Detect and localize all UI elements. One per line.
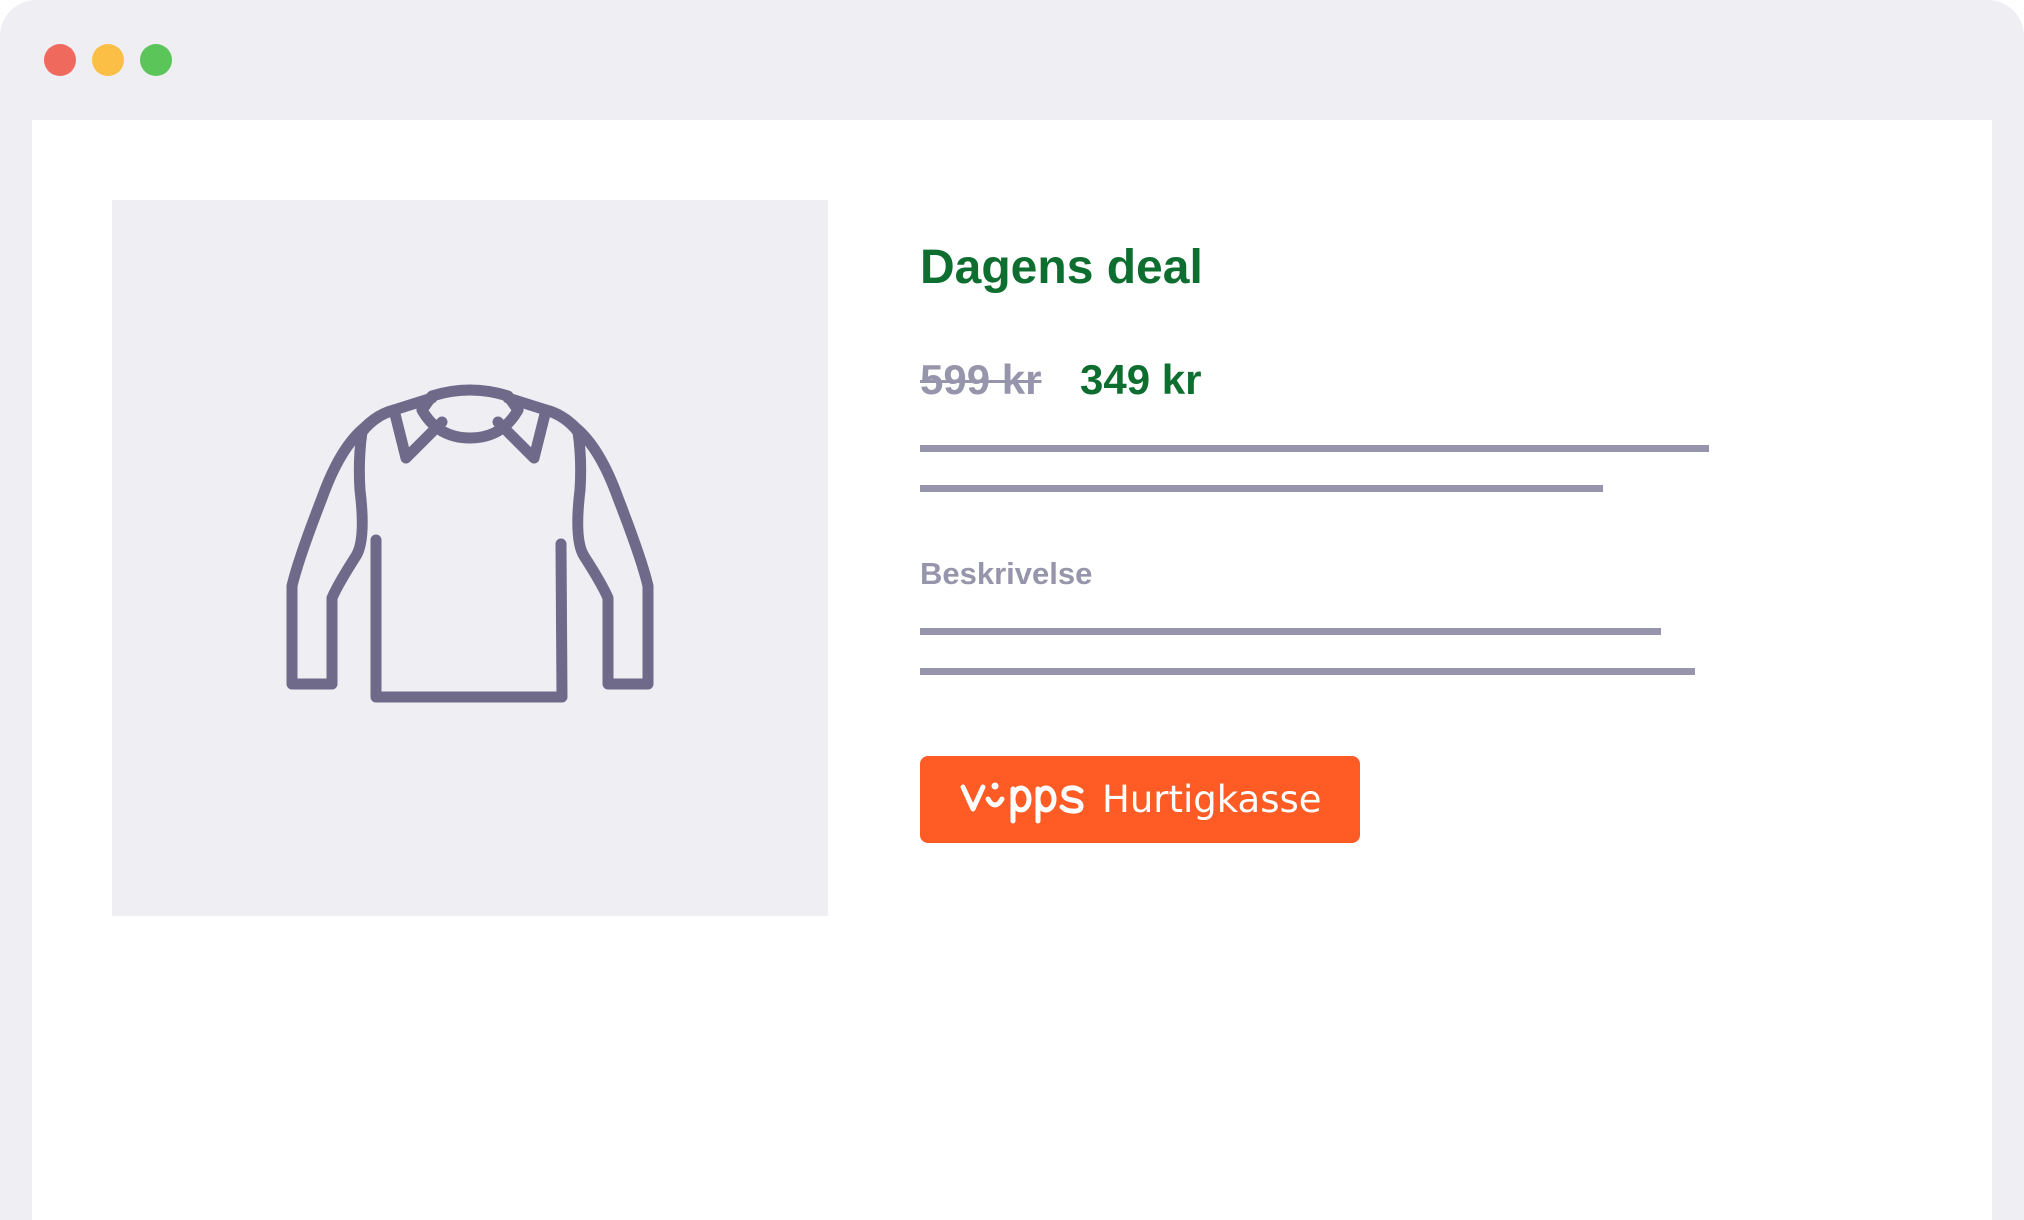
description-label: Beskrivelse bbox=[920, 556, 1093, 591]
page-content: Dagens deal 599 kr 349 kr Beskrivelse Hu… bbox=[32, 120, 1992, 1220]
maximize-window-button[interactable] bbox=[140, 44, 172, 76]
vipps-checkout-button[interactable]: Hurtigkasse bbox=[920, 756, 1360, 843]
placeholder-text-line bbox=[920, 668, 1695, 675]
jacket-icon bbox=[286, 384, 654, 703]
product-image[interactable] bbox=[112, 200, 828, 916]
original-price: 599 kr bbox=[920, 356, 1042, 403]
placeholder-text-line bbox=[920, 485, 1603, 492]
minimize-window-button[interactable] bbox=[92, 44, 124, 76]
close-window-button[interactable] bbox=[44, 44, 76, 76]
page-title: Dagens deal bbox=[920, 241, 1203, 294]
vipps-logo bbox=[960, 782, 1084, 824]
browser-window: Dagens deal 599 kr 349 kr Beskrivelse Hu… bbox=[0, 0, 2024, 1220]
vipps-checkout-label: Hurtigkasse bbox=[1102, 778, 1322, 821]
sale-price: 349 kr bbox=[1080, 356, 1202, 403]
placeholder-text-line bbox=[920, 445, 1709, 452]
placeholder-text-line bbox=[920, 628, 1661, 635]
